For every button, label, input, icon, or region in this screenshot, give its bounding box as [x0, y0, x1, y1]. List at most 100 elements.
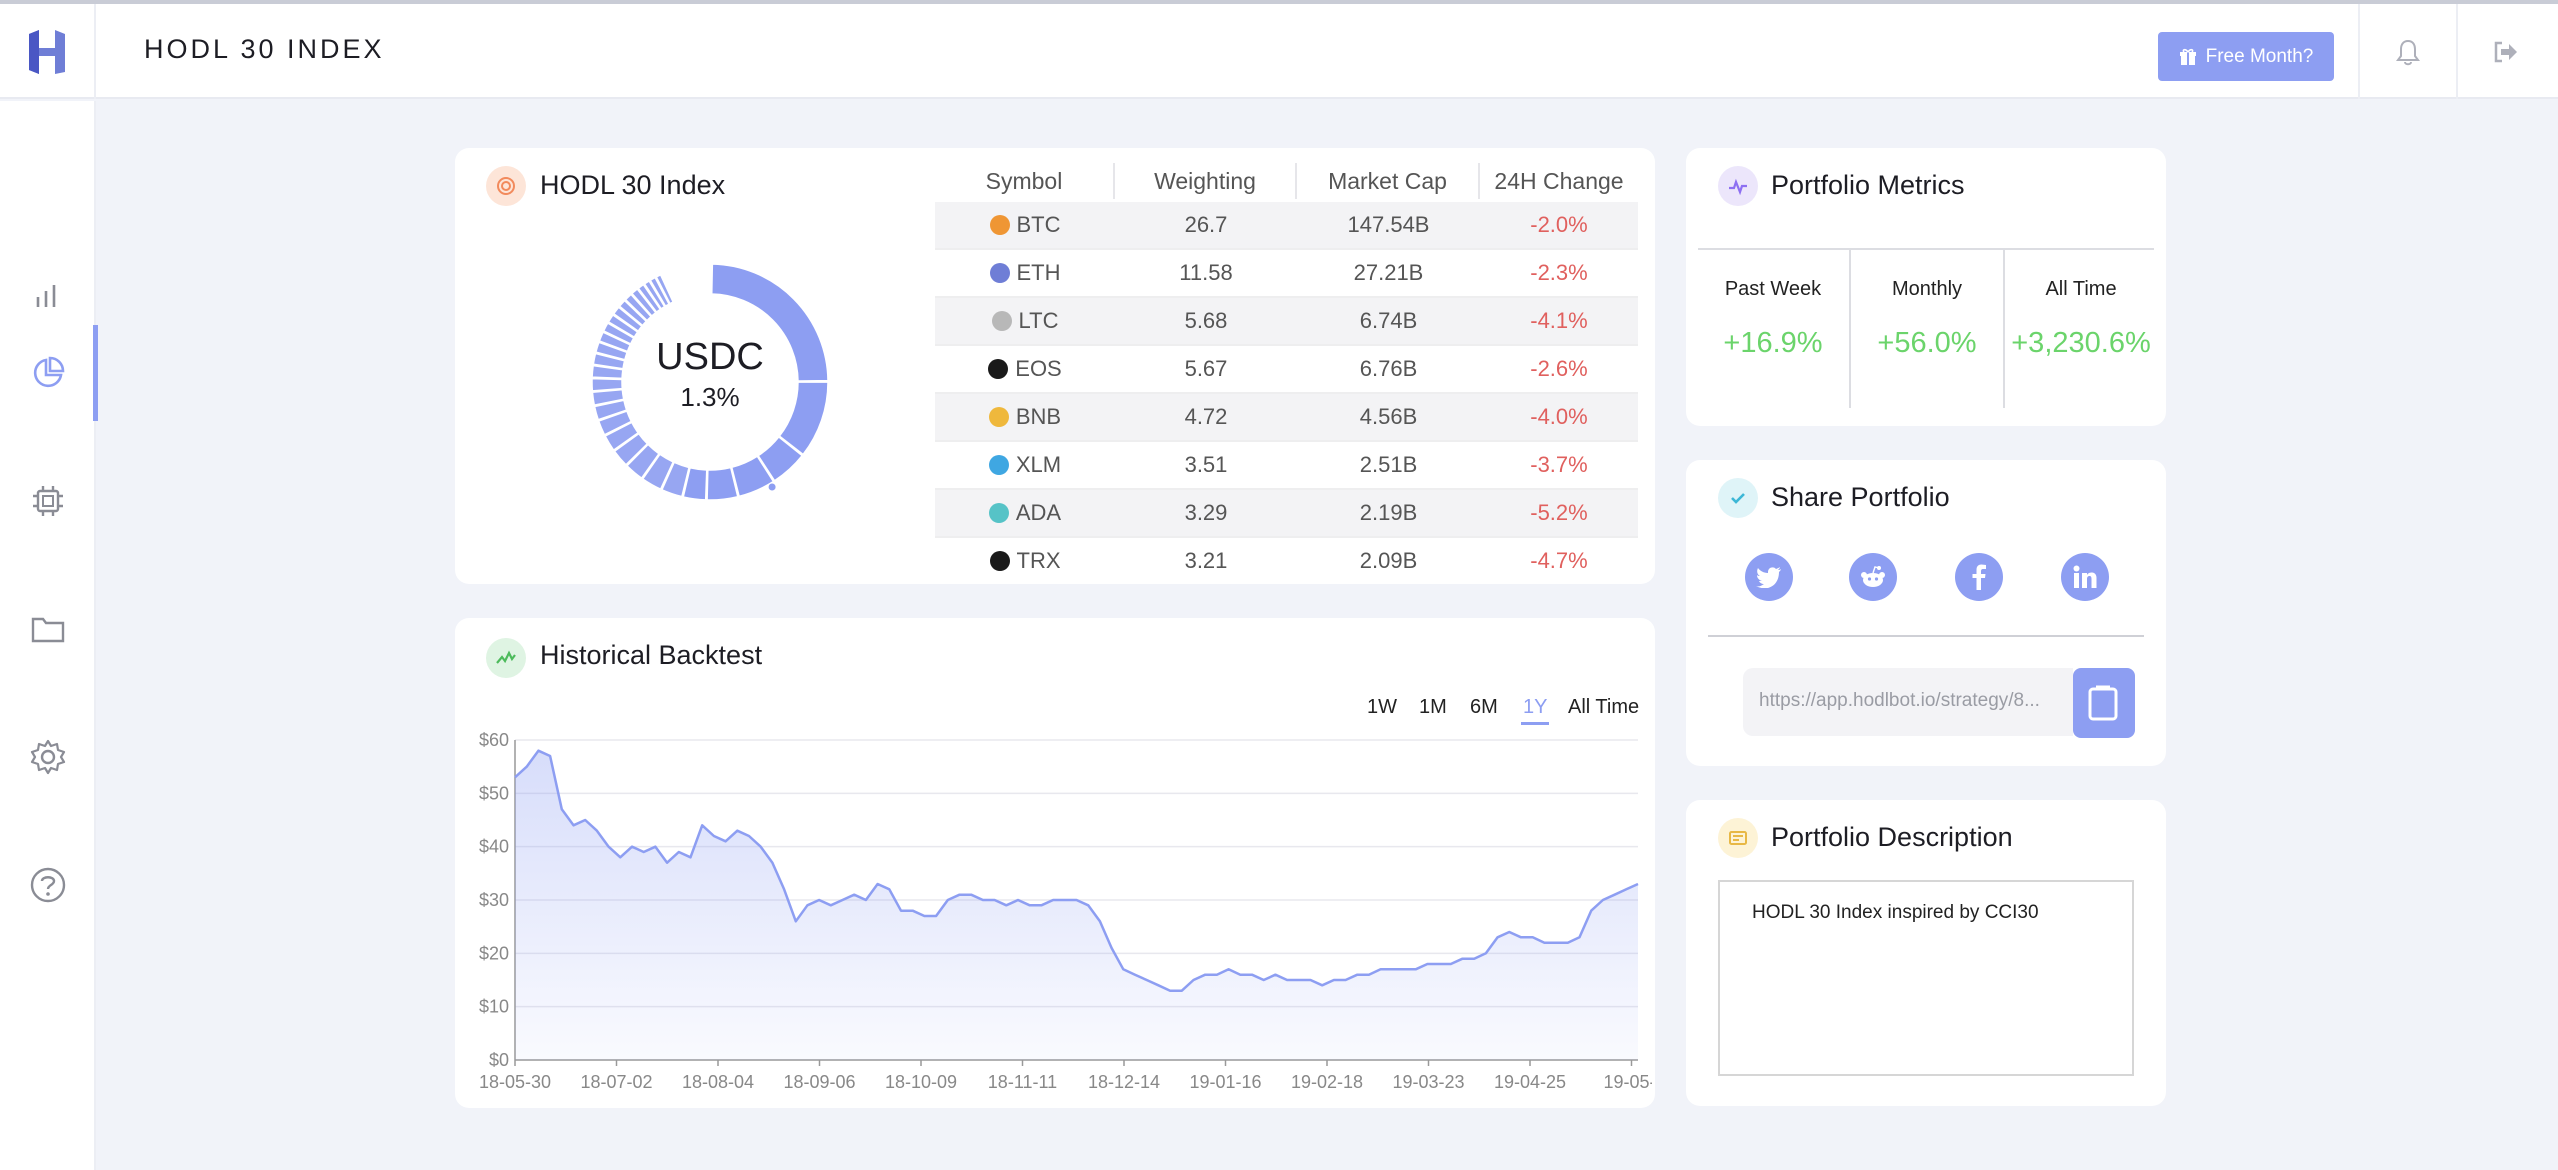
x-tick-label: 18-10-09 — [885, 1072, 957, 1092]
cell-market-cap: 6.74B — [1359, 308, 1418, 333]
index-badge-icon — [486, 166, 526, 206]
facebook-icon[interactable] — [1955, 553, 2003, 601]
table-body[interactable]: BTC 26.7 147.54B -2.0% ETH 11.58 27.21B -2.3% LT… — [935, 202, 1638, 572]
cell-market-cap: 6.76B — [1359, 356, 1418, 381]
y-tick-label: $10 — [479, 997, 509, 1017]
top-header: HODL 30 INDEX Free Month? — [0, 4, 2558, 99]
table-row[interactable]: LTC 5.68 6.74B -4.1% — [935, 298, 1638, 346]
notifications-bell-icon[interactable] — [2390, 34, 2426, 70]
metric-monthly: Monthly +56.0% — [1851, 248, 2003, 360]
xlm-coin-icon — [988, 455, 1009, 475]
table-row[interactable]: ETH 11.58 27.21B -2.3% — [935, 250, 1638, 298]
document-icon — [1718, 818, 1758, 858]
symbol-text: ETH — [1016, 260, 1061, 285]
range-1y[interactable]: 1Y — [1520, 696, 1550, 725]
cell-symbol: ETH — [935, 260, 1115, 286]
table-row[interactable]: TRX 3.21 2.09B -4.7% — [935, 538, 1638, 572]
metric-past-week: Past Week +16.9% — [1697, 248, 1849, 360]
cell-weighting: 3.29 — [1184, 500, 1228, 525]
cell-market-cap: 27.21B — [1353, 260, 1424, 285]
sidebar-item-portfolio[interactable] — [0, 325, 98, 421]
cell-24h-change: -4.7% — [1530, 548, 1588, 572]
x-tick-label: 18-08-04 — [682, 1072, 754, 1092]
sidebar-item-files[interactable] — [0, 581, 96, 677]
bar-chart-icon — [36, 285, 56, 307]
help-icon — [30, 867, 66, 903]
eth-coin-icon — [989, 263, 1010, 283]
twitter-icon[interactable] — [1745, 553, 1793, 601]
share-url-field[interactable]: https://app.hodlbot.io/strategy/8... — [1743, 668, 2073, 736]
btc-coin-icon — [989, 215, 1010, 235]
reddit-icon[interactable] — [1849, 553, 1897, 601]
donut-symbol: USDC — [656, 336, 764, 378]
description-textarea[interactable]: HODL 30 Index inspired by CCI30 — [1718, 880, 2134, 1076]
range-1m[interactable]: 1M — [1419, 696, 1447, 719]
metric-value: +56.0% — [1877, 327, 1977, 359]
y-tick-label: $30 — [479, 890, 509, 910]
x-tick-label: 18-12-14 — [1088, 1072, 1160, 1092]
chip-icon — [33, 486, 63, 516]
x-tick-label: 18-11-11 — [988, 1072, 1057, 1092]
y-tick-label: $20 — [479, 943, 509, 963]
column-header-symbol[interactable]: Symbol — [935, 163, 1115, 199]
sidebar-item-help[interactable] — [0, 837, 96, 933]
symbol-text: BNB — [1015, 404, 1062, 429]
donut-highlight-segment[interactable] — [768, 483, 776, 491]
symbol-text: BTC — [1016, 212, 1061, 237]
range-6m[interactable]: 6M — [1470, 696, 1498, 719]
column-header-market-cap[interactable]: Market Cap — [1297, 163, 1480, 199]
table-row[interactable]: ADA 3.29 2.19B -5.2% — [935, 490, 1638, 538]
metric-label: Monthly — [1891, 278, 1963, 300]
gift-icon — [2179, 48, 2196, 65]
table-row[interactable]: BTC 26.7 147.54B -2.0% — [935, 202, 1638, 250]
cell-market-cap: 147.54B — [1347, 212, 1430, 237]
range-all-time[interactable]: All Time — [1568, 696, 1639, 719]
copy-icon — [2088, 685, 2118, 721]
backtest-area-chart[interactable]: $0 $10 $20 $30 $40 $50 $60 18-05-30 18-07-02 18-0… — [460, 720, 1652, 1100]
column-header-24h-change[interactable]: 24H Change — [1480, 163, 1638, 199]
pie-chart-icon — [33, 356, 65, 388]
cell-market-cap: 2.19B — [1359, 500, 1418, 525]
trend-icon — [486, 638, 526, 678]
x-tick-label: 19-05-2 — [1604, 1072, 1653, 1092]
x-tick-label: 18-07-02 — [580, 1072, 652, 1092]
cell-24h-change: -2.0% — [1530, 212, 1588, 237]
header-divider — [2358, 4, 2360, 99]
cell-symbol: XLM — [935, 452, 1115, 478]
copy-url-button[interactable] — [2073, 668, 2135, 738]
symbol-text: ADA — [1015, 500, 1062, 525]
metric-all-time: All Time +3,230.6% — [2005, 248, 2157, 360]
index-title: HODL 30 Index — [540, 170, 726, 200]
index-table: Symbol Weighting Market Cap 24H Change B… — [935, 160, 1638, 572]
x-tick-label: 18-05-30 — [479, 1072, 551, 1092]
cell-market-cap: 4.56B — [1359, 404, 1418, 429]
range-1w[interactable]: 1W — [1367, 696, 1397, 719]
header-divider — [2456, 4, 2458, 99]
cell-24h-change: -2.3% — [1530, 260, 1588, 285]
metric-value: +3,230.6% — [2011, 327, 2151, 359]
y-tick-label: $60 — [479, 730, 509, 750]
x-tick-label: 19-02-18 — [1291, 1072, 1363, 1092]
cell-weighting: 5.68 — [1184, 308, 1228, 333]
sidebar-item-bots[interactable] — [0, 453, 96, 549]
table-row[interactable]: EOS 5.67 6.76B -2.6% — [935, 346, 1638, 394]
share-title: Share Portfolio — [1771, 482, 1950, 512]
cell-symbol: BNB — [935, 404, 1115, 430]
table-row[interactable]: BNB 4.72 4.56B -4.0% — [935, 394, 1638, 442]
hodlbot-logo-icon — [29, 29, 65, 74]
column-header-weighting[interactable]: Weighting — [1115, 163, 1297, 199]
metric-value: +16.9% — [1723, 327, 1823, 359]
cell-symbol: BTC — [935, 212, 1115, 238]
x-tick-label: 19-04-25 — [1494, 1072, 1566, 1092]
sidebar — [0, 101, 98, 1170]
table-row[interactable]: XLM 3.51 2.51B -3.7% — [935, 442, 1638, 490]
x-tick-label: 18-09-06 — [783, 1072, 855, 1092]
logo[interactable] — [0, 4, 96, 99]
free-month-button[interactable]: Free Month? — [2158, 32, 2334, 81]
linkedin-icon[interactable] — [2061, 553, 2109, 601]
gear-icon — [30, 739, 66, 775]
x-tick-label: 19-03-23 — [1392, 1072, 1464, 1092]
cell-weighting: 3.21 — [1184, 548, 1228, 572]
logout-icon[interactable] — [2488, 34, 2524, 70]
sidebar-item-settings[interactable] — [0, 709, 96, 805]
